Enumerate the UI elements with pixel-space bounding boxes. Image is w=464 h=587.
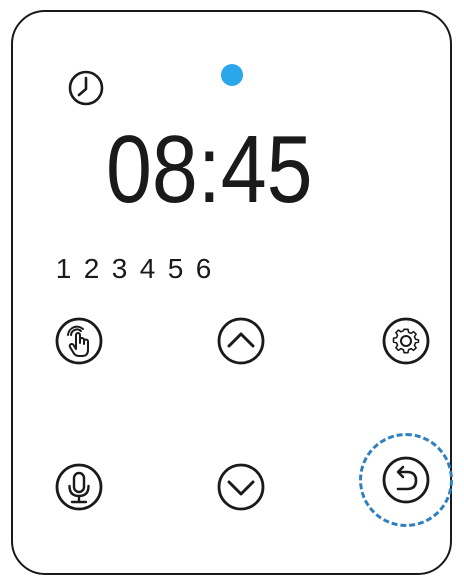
touch-button[interactable] (54, 316, 104, 366)
microphone-icon (55, 463, 103, 511)
channel-numbers: 1 2 3 4 5 6 (55, 252, 212, 286)
channel-3: 3 (111, 253, 128, 284)
settings-button[interactable] (381, 316, 431, 366)
microphone-button[interactable] (54, 462, 104, 512)
channel-6: 6 (195, 253, 212, 284)
channel-1: 1 (55, 253, 72, 284)
hand-touch-icon (55, 317, 103, 365)
up-button[interactable] (216, 316, 266, 366)
channel-5: 5 (167, 253, 184, 284)
gear-icon (382, 317, 430, 365)
chevron-down-icon (217, 463, 265, 511)
undo-icon (382, 456, 430, 504)
down-button[interactable] (216, 462, 266, 512)
chevron-up-icon (217, 317, 265, 365)
channel-2: 2 (83, 253, 100, 284)
time-display: 08:45 (106, 116, 313, 223)
back-button[interactable] (381, 455, 431, 505)
status-indicator-dot (221, 64, 243, 86)
clock-icon (67, 69, 105, 107)
channel-4: 4 (139, 253, 156, 284)
